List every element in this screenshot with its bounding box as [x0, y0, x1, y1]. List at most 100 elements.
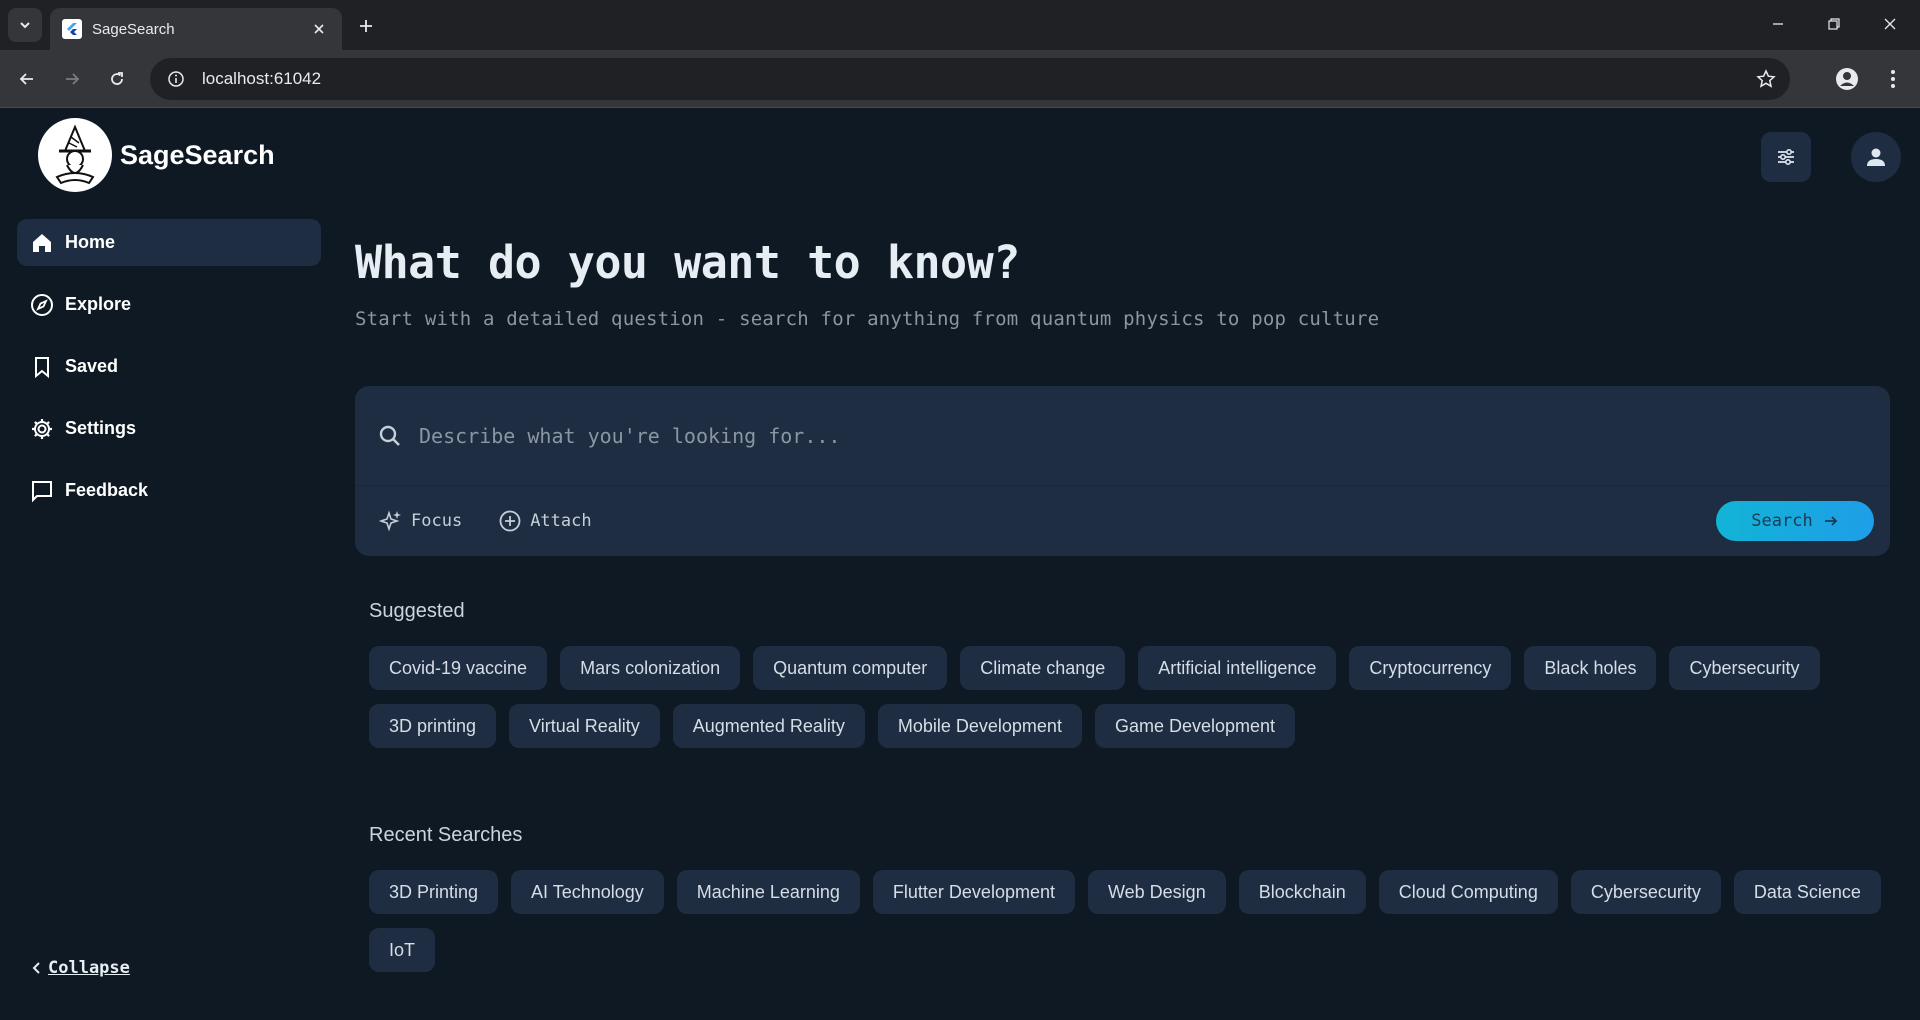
- app-root: SageSearch Home Explore Saved Settings F…: [0, 108, 1920, 1020]
- compass-icon: [29, 292, 55, 318]
- sliders-icon: [1778, 148, 1794, 166]
- minimize-icon: [1773, 23, 1783, 25]
- recent-search-chip[interactable]: Web Design: [1087, 870, 1226, 914]
- sidebar: Home Explore Saved Settings Feedback: [17, 219, 321, 529]
- suggested-chip[interactable]: Climate change: [960, 646, 1126, 690]
- sidebar-item-label: Home: [65, 232, 116, 252]
- tab-close-icon[interactable]: [308, 18, 330, 40]
- sidebar-item-home[interactable]: Home: [17, 219, 321, 266]
- close-icon: [1884, 18, 1896, 30]
- collapse-button[interactable]: Collapse: [30, 958, 130, 978]
- sidebar-item-label: Saved: [65, 356, 119, 376]
- chevron-down-icon: [20, 22, 30, 29]
- search-box: Focus Attach Search: [355, 386, 1890, 556]
- profile-icon: [1836, 68, 1858, 90]
- filters-button[interactable]: [1761, 132, 1811, 182]
- gear-icon: [29, 416, 55, 442]
- browser-tab-bar: SageSearch: [0, 0, 1920, 50]
- add-circle-icon: [499, 510, 521, 532]
- reload-icon: [111, 72, 123, 85]
- recent-search-chip[interactable]: IoT: [369, 928, 436, 972]
- home-icon: [29, 230, 55, 256]
- back-button[interactable]: [10, 62, 44, 96]
- user-avatar-button[interactable]: [1851, 132, 1901, 182]
- sidebar-item-explore[interactable]: Explore: [17, 281, 321, 328]
- suggested-chip[interactable]: 3D printing: [369, 704, 497, 748]
- star-icon[interactable]: [1756, 69, 1776, 89]
- suggested-chip[interactable]: Augmented Reality: [672, 704, 865, 748]
- url-text: localhost:61042: [202, 69, 322, 88]
- suggested-chip[interactable]: Virtual Reality: [509, 704, 660, 748]
- close-window-button[interactable]: [1868, 8, 1912, 40]
- sidebar-item-label: Feedback: [65, 480, 149, 500]
- forward-button[interactable]: [55, 62, 89, 96]
- site-info-icon[interactable]: [164, 67, 188, 91]
- restore-button[interactable]: [1812, 8, 1856, 40]
- tab-title: SageSearch: [92, 20, 175, 38]
- search-button[interactable]: Search: [1716, 501, 1874, 541]
- search-input-row: [355, 386, 1890, 486]
- suggested-chip[interactable]: Mars colonization: [560, 646, 741, 690]
- bookmark-icon: [29, 354, 55, 380]
- recent-search-chip[interactable]: 3D Printing: [369, 870, 499, 914]
- recent-search-chip[interactable]: Machine Learning: [676, 870, 860, 914]
- sidebar-item-feedback[interactable]: Feedback: [17, 467, 321, 514]
- suggested-chip[interactable]: Covid-19 vaccine: [369, 646, 548, 690]
- flutter-favicon-icon: [62, 19, 82, 39]
- search-actions: Focus Attach Search: [355, 486, 1890, 556]
- collapse-label: Collapse: [48, 958, 130, 978]
- suggested-chips: Covid-19 vaccine Mars colonization Quantum…: [369, 646, 1899, 748]
- minimize-button[interactable]: [1756, 8, 1800, 40]
- browser-tab[interactable]: SageSearch: [50, 8, 342, 50]
- brand[interactable]: SageSearch: [38, 118, 275, 192]
- suggested-title: Suggested: [369, 600, 465, 622]
- recent-searches-title: Recent Searches: [369, 824, 523, 846]
- recent-searches-chips: 3D Printing AI Technology Machine Learning…: [369, 870, 1899, 972]
- suggested-chip[interactable]: Game Development: [1094, 704, 1296, 748]
- sparkles-icon: [379, 510, 401, 532]
- attach-button[interactable]: Attach: [498, 509, 592, 533]
- recent-search-chip[interactable]: Flutter Development: [872, 870, 1075, 914]
- restore-icon: [1828, 18, 1840, 30]
- arrow-right-icon: [1824, 516, 1837, 526]
- chevron-left-icon: [32, 962, 40, 974]
- chat-icon: [29, 478, 55, 504]
- recent-search-chip[interactable]: AI Technology: [511, 870, 664, 914]
- search-icon: [379, 425, 400, 446]
- suggested-chip[interactable]: Black holes: [1524, 646, 1657, 690]
- wizard-logo-icon: [38, 118, 112, 192]
- search-button-label: Search: [1751, 511, 1813, 531]
- suggested-chip[interactable]: Cryptocurrency: [1349, 646, 1512, 690]
- focus-label: Focus: [411, 511, 463, 531]
- recent-search-chip[interactable]: Cloud Computing: [1378, 870, 1558, 914]
- profile-button[interactable]: [1830, 62, 1864, 96]
- page-subtitle: Start with a detailed question - search …: [355, 308, 1380, 330]
- page-title: What do you want to know?: [355, 236, 1020, 289]
- sidebar-item-label: Explore: [65, 294, 132, 314]
- recent-search-chip[interactable]: Blockchain: [1238, 870, 1366, 914]
- address-bar[interactable]: localhost:61042: [150, 58, 1790, 100]
- arrow-left-icon: [19, 73, 33, 85]
- attach-label: Attach: [530, 511, 592, 531]
- plus-icon: [360, 20, 372, 32]
- reload-button[interactable]: [100, 62, 134, 96]
- sidebar-item-label: Settings: [65, 418, 137, 438]
- browser-toolbar: localhost:61042: [0, 50, 1920, 108]
- more-vert-icon: [1891, 70, 1895, 88]
- recent-search-chip[interactable]: Data Science: [1733, 870, 1881, 914]
- suggested-chip[interactable]: Mobile Development: [877, 704, 1082, 748]
- person-icon: [1867, 148, 1885, 166]
- sidebar-item-settings[interactable]: Settings: [17, 405, 321, 452]
- arrow-right-icon: [66, 73, 80, 85]
- suggested-chip[interactable]: Cybersecurity: [1669, 646, 1820, 690]
- suggested-chip[interactable]: Artificial intelligence: [1138, 646, 1337, 690]
- brand-name: SageSearch: [120, 139, 275, 170]
- tab-list-button[interactable]: [8, 8, 42, 42]
- sidebar-item-saved[interactable]: Saved: [17, 343, 321, 390]
- search-input[interactable]: [419, 423, 1719, 448]
- focus-button[interactable]: Focus: [379, 509, 462, 533]
- suggested-chip[interactable]: Quantum computer: [753, 646, 948, 690]
- new-tab-button[interactable]: [352, 12, 380, 40]
- browser-menu-button[interactable]: [1876, 62, 1910, 96]
- recent-search-chip[interactable]: Cybersecurity: [1570, 870, 1721, 914]
